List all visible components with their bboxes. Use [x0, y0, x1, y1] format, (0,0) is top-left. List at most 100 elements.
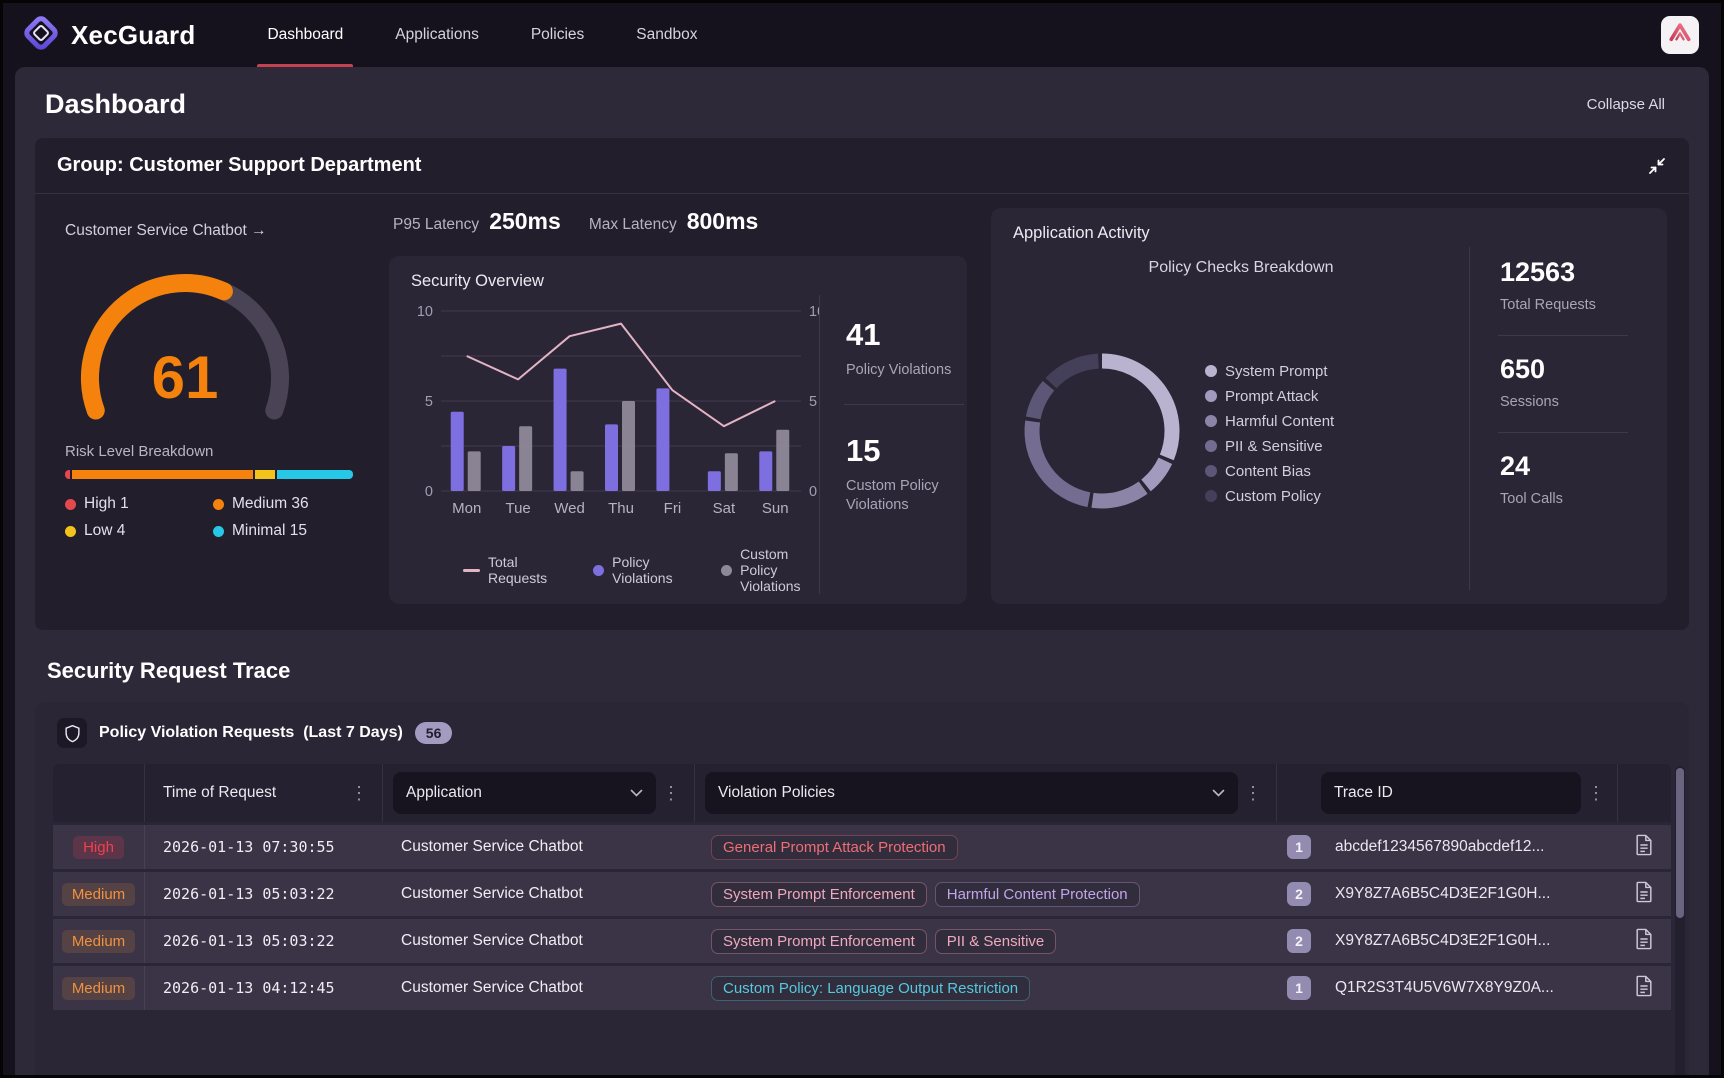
svg-text:Tue: Tue	[505, 500, 530, 517]
stat-label: Tool Calls	[1500, 490, 1647, 509]
nav-item-dashboard[interactable]: Dashboard	[241, 3, 369, 67]
risk-legend-item-minimal: Minimal 15	[213, 522, 361, 540]
trace-table-header: Time of Request ⋮ Application ⋮	[53, 764, 1671, 822]
policies-filter[interactable]: Violation Policies	[705, 772, 1238, 814]
mountain-logo-icon	[1665, 18, 1695, 53]
donut-legend-item: Custom Policy	[1205, 488, 1334, 505]
security-request-trace-title: Security Request Trace	[47, 658, 1689, 684]
risk-segment-medium	[72, 470, 253, 479]
donut-legend-item: PII & Sensitive	[1205, 438, 1334, 455]
svg-text:Sun: Sun	[762, 500, 789, 517]
custom-policy-violations-value: 15	[846, 433, 977, 469]
chevron-down-icon	[1212, 784, 1225, 802]
stat-label: Total Requests	[1500, 296, 1647, 315]
policy-tag: PII & Sensitive	[935, 929, 1057, 954]
table-row[interactable]: Medium2026-01-13 04:12:45Customer Servic…	[53, 966, 1671, 1010]
risk-segment-minimal	[277, 470, 353, 479]
application-column-header[interactable]: Application ⋮	[383, 764, 695, 822]
nav-item-policies[interactable]: Policies	[505, 3, 610, 67]
violation-count-badge: 1	[1287, 976, 1311, 1000]
policies-menu-icon[interactable]: ⋮	[1238, 783, 1268, 804]
nav-items: DashboardApplicationsPoliciesSandbox	[241, 3, 723, 67]
donut-legend-item: Content Bias	[1205, 463, 1334, 480]
donut-legend-item: Harmful Content	[1205, 413, 1334, 430]
max-latency-value: 800ms	[687, 208, 759, 235]
chart-legend-item: Total Requests	[463, 554, 563, 586]
chevron-down-icon	[630, 784, 643, 802]
group-title: Group: Customer Support Department	[57, 154, 421, 177]
nav-item-applications[interactable]: Applications	[369, 3, 505, 67]
application-name: Customer Service Chatbot	[401, 979, 583, 997]
legend-dot-icon	[1205, 440, 1217, 452]
risk-legend-item-high: High 1	[65, 495, 213, 513]
policy-violations-value: 41	[846, 317, 977, 353]
legend-dot-icon	[213, 526, 224, 537]
time-menu-icon[interactable]: ⋮	[344, 783, 374, 804]
legend-dot-icon	[1205, 490, 1217, 502]
trace-table-body: High2026-01-13 07:30:55Customer Service …	[53, 825, 1671, 1010]
violation-count-badge: 1	[1287, 835, 1311, 859]
trace-id-filter[interactable]: Trace ID	[1321, 772, 1581, 814]
svg-text:10: 10	[809, 304, 819, 320]
trace-id[interactable]: Q1R2S3T4U5V6W7X8Y9Z0A...	[1335, 979, 1554, 997]
application-filter[interactable]: Application	[393, 772, 656, 814]
trace-id[interactable]: abcdef1234567890abcdef12...	[1335, 838, 1544, 856]
svg-text:Sat: Sat	[713, 500, 736, 517]
svg-text:10: 10	[417, 304, 433, 320]
severity-badge: High	[73, 836, 124, 859]
policy-tag: General Prompt Attack Protection	[711, 835, 958, 860]
application-name: Customer Service Chatbot	[401, 932, 583, 950]
time-column-header[interactable]: Time of Request ⋮	[145, 764, 383, 822]
max-latency-label: Max Latency	[589, 216, 677, 234]
latency-row: P95 Latency 250ms Max Latency 800ms	[389, 208, 967, 256]
stat-label: Sessions	[1500, 393, 1647, 412]
table-row[interactable]: High2026-01-13 07:30:55Customer Service …	[53, 825, 1671, 869]
group-panel: Group: Customer Support Department Custo…	[35, 138, 1689, 630]
document-icon[interactable]	[1634, 927, 1654, 956]
risk-legend: High 1Medium 36Low 4Minimal 15	[65, 495, 361, 540]
legend-dot-icon	[593, 565, 604, 576]
stat-value: 24	[1500, 451, 1647, 482]
collapse-group-icon[interactable]	[1647, 156, 1667, 176]
risk-segment-low	[255, 470, 275, 479]
policy-tag: Custom Policy: Language Output Restricti…	[711, 976, 1030, 1001]
trace-id[interactable]: X9Y8Z7A6B5C4D3E2F1G0H...	[1335, 932, 1550, 950]
xecguard-logo-icon	[21, 13, 61, 58]
svg-text:Mon: Mon	[452, 500, 481, 517]
p95-latency-value: 250ms	[489, 208, 561, 235]
table-row[interactable]: Medium2026-01-13 05:03:22Customer Servic…	[53, 919, 1671, 963]
p95-latency-label: P95 Latency	[393, 216, 479, 234]
policies-column-header[interactable]: Violation Policies ⋮	[695, 764, 1277, 822]
legend-line-icon	[463, 569, 480, 572]
brand[interactable]: XecGuard	[21, 13, 195, 58]
application-menu-icon[interactable]: ⋮	[656, 783, 686, 804]
collapse-all-button[interactable]: Collapse All	[1587, 96, 1679, 113]
document-icon[interactable]	[1634, 833, 1654, 862]
request-time: 2026-01-13 04:12:45	[163, 979, 335, 997]
trace-id[interactable]: X9Y8Z7A6B5C4D3E2F1G0H...	[1335, 885, 1550, 903]
severity-column-header	[53, 764, 145, 822]
trace-panel: Policy Violation Requests (Last 7 Days) …	[35, 702, 1689, 1078]
workspace-logo[interactable]	[1661, 16, 1699, 54]
application-activity-title: Application Activity	[1013, 224, 1647, 243]
application-link[interactable]: Customer Service Chatbot →	[65, 222, 267, 239]
document-icon[interactable]	[1634, 880, 1654, 909]
legend-dot-icon	[213, 499, 224, 510]
application-name: Customer Service Chatbot	[401, 838, 583, 856]
policy-tag: System Prompt Enforcement	[711, 929, 927, 954]
trace-id-menu-icon[interactable]: ⋮	[1581, 783, 1611, 804]
risk-legend-item-low: Low 4	[65, 522, 213, 540]
table-scrollbar-thumb[interactable]	[1676, 768, 1684, 918]
table-row[interactable]: Medium2026-01-13 05:03:22Customer Servic…	[53, 872, 1671, 916]
legend-dot-icon	[1205, 465, 1217, 477]
nav-item-sandbox[interactable]: Sandbox	[610, 3, 723, 67]
table-scrollbar	[1675, 766, 1685, 1078]
risk-breakdown-label: Risk Level Breakdown	[65, 443, 361, 460]
page-title: Dashboard	[45, 89, 186, 120]
risk-segment-high	[65, 470, 70, 479]
trace-id-column-header[interactable]: Trace ID ⋮	[1321, 764, 1617, 822]
document-icon[interactable]	[1634, 974, 1654, 1003]
security-overview-chart: 00551010MonTueWedThuFriSatSun	[411, 295, 819, 544]
chart-legend-item: Custom Policy Violations	[721, 546, 819, 594]
legend-dot-icon	[65, 526, 76, 537]
